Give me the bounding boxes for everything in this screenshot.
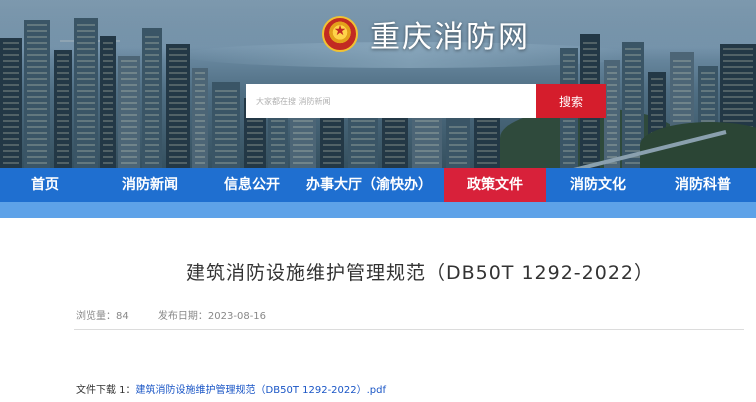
view-count: 浏览量：84 <box>76 311 129 322</box>
banner-building <box>192 68 208 168</box>
download-prefix: 文件下载 1： <box>76 385 136 396</box>
header-banner: 重庆消防网 搜索 <box>0 0 756 168</box>
download-link[interactable]: 建筑消防设施维护管理规范（DB50T 1292-2022）.pdf <box>136 385 386 396</box>
banner-building <box>320 110 344 168</box>
nav-item-info-disclosure[interactable]: 信息公开 <box>210 168 294 202</box>
banner-building <box>118 56 140 168</box>
file-download-row: 文件下载 1：建筑消防设施维护管理规范（DB50T 1292-2022）.pdf <box>76 381 386 396</box>
banner-building <box>446 118 470 168</box>
banner-building <box>212 82 240 168</box>
banner-building <box>54 50 72 168</box>
nav-underline-strip <box>0 202 756 218</box>
site-title: 重庆消防网 <box>370 20 530 55</box>
banner-building <box>166 44 190 168</box>
banner-building <box>24 20 50 168</box>
banner-building <box>74 18 98 168</box>
nav-item-fire-culture[interactable]: 消防文化 <box>546 168 650 202</box>
site-logo[interactable]: 重庆消防网 <box>322 12 530 56</box>
article-title: 建筑消防设施维护管理规范（DB50T 1292-2022） <box>185 262 655 284</box>
fire-rescue-emblem-icon <box>322 16 358 52</box>
banner-building <box>474 110 500 168</box>
nav-item-home[interactable]: 首页 <box>0 168 90 202</box>
banner-building <box>604 60 620 168</box>
nav-item-fire-news[interactable]: 消防新闻 <box>90 168 210 202</box>
search-button[interactable]: 搜索 <box>536 84 606 118</box>
main-nav: 首页 消防新闻 信息公开 办事大厅（渝快办） 政策文件 消防文化 消防科普 <box>0 168 756 202</box>
nav-item-service-hall[interactable]: 办事大厅（渝快办） <box>294 168 444 202</box>
meta-divider <box>74 329 744 330</box>
banner-building <box>100 36 116 168</box>
banner-hill <box>640 122 756 168</box>
nav-item-policy-documents[interactable]: 政策文件 <box>444 168 546 202</box>
banner-building <box>0 38 22 168</box>
banner-building <box>382 114 408 168</box>
publish-date: 发布日期：2023-08-16 <box>157 311 267 322</box>
nav-item-fire-science[interactable]: 消防科普 <box>650 168 756 202</box>
banner-building <box>142 28 162 168</box>
search-input[interactable] <box>246 84 538 118</box>
article-meta: 浏览量：84 发布日期：2023-08-16 <box>76 307 292 322</box>
